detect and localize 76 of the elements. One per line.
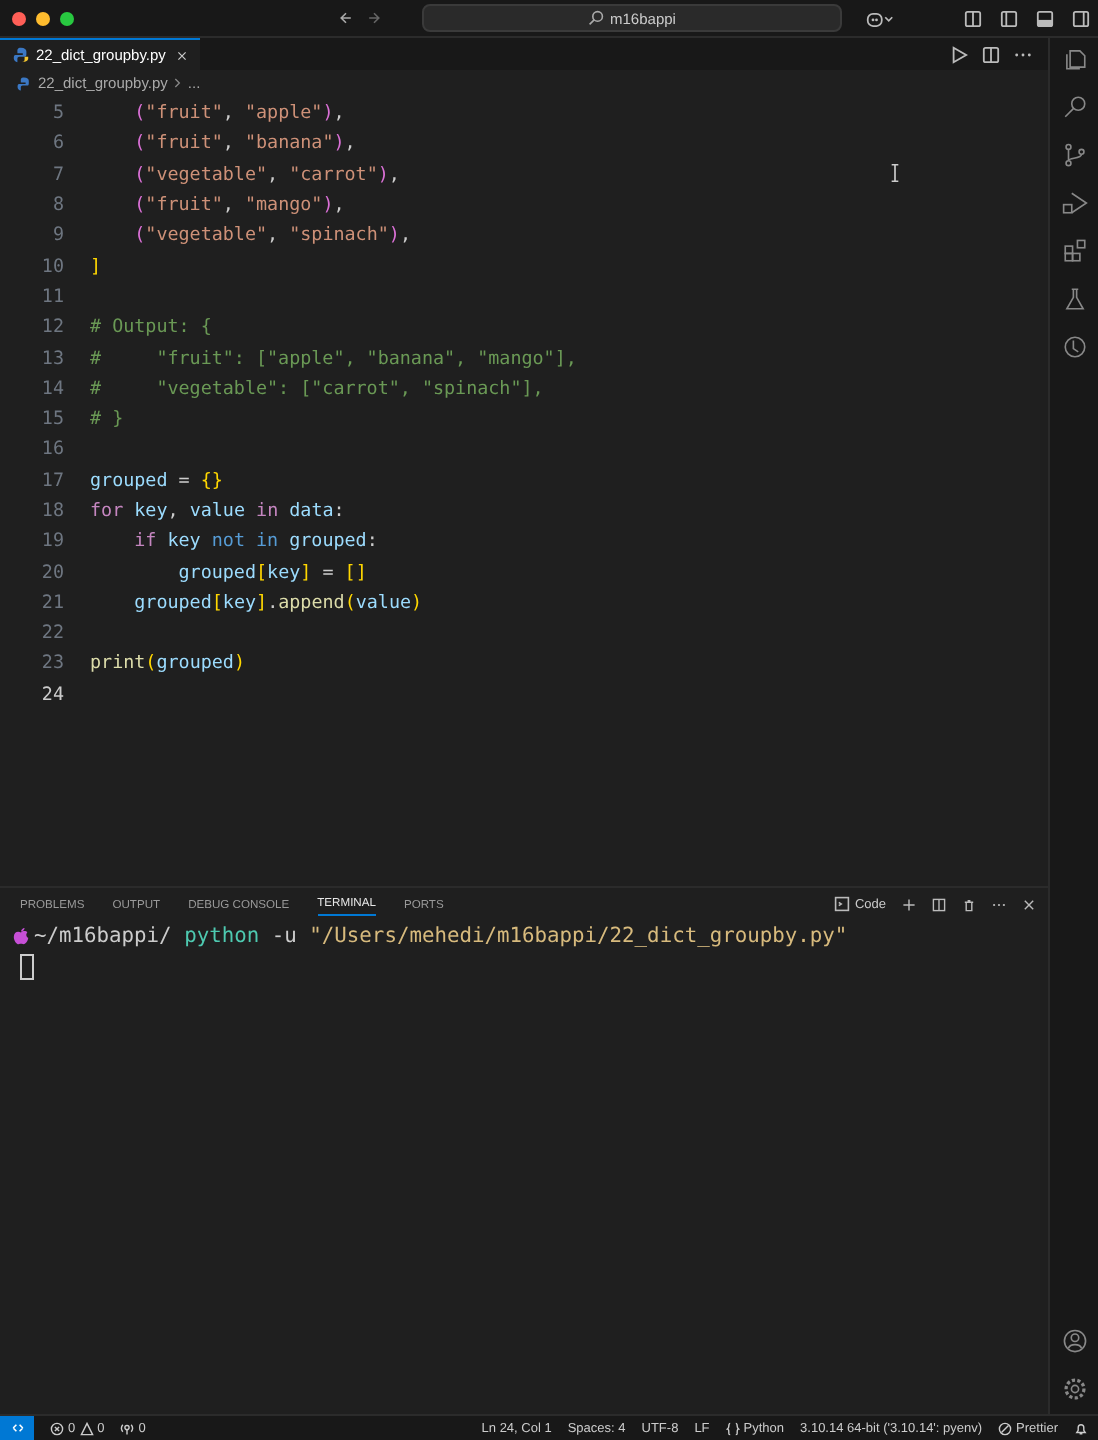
run-icon[interactable] xyxy=(950,45,968,63)
code-line: ] xyxy=(90,255,102,278)
line-number: 10 xyxy=(39,255,64,278)
code-line: ("vegetable", "spinach"), xyxy=(132,224,411,247)
code-line: grouped[key] = [] xyxy=(176,561,367,584)
line-number: 7 xyxy=(50,163,64,186)
python-file-icon xyxy=(16,75,32,91)
code-line: ("fruit", "banana"), xyxy=(132,132,356,155)
line-number: 16 xyxy=(39,438,64,461)
line-number: 5 xyxy=(50,102,64,125)
line-number: 24 xyxy=(39,683,64,706)
code-line: grouped[key].append(value) xyxy=(132,591,423,614)
line-number: 21 xyxy=(39,591,64,614)
explorer-icon[interactable] xyxy=(1061,46,1087,72)
line-number: 23 xyxy=(39,652,64,675)
line-number: 19 xyxy=(39,530,64,553)
source-control-icon[interactable] xyxy=(1061,142,1087,168)
search-icon xyxy=(588,10,605,26)
layout-icon[interactable] xyxy=(964,9,982,27)
line-number: 13 xyxy=(39,347,64,370)
line-number: 9 xyxy=(50,224,64,247)
minimize-button[interactable] xyxy=(36,11,50,25)
terminal-icon xyxy=(834,896,851,912)
code-line: grouped = {} xyxy=(90,469,223,492)
split-editor-icon[interactable] xyxy=(982,45,1000,63)
line-number: 8 xyxy=(50,194,64,217)
line-number: 15 xyxy=(39,408,64,431)
line-number: 12 xyxy=(39,316,64,339)
code-line: ("vegetable", "carrot"), xyxy=(132,163,400,186)
code-line: ("fruit", "mango"), xyxy=(132,194,345,217)
terminal-command: ~/m16bappi/ python -u "/Users/mehedi/m16bappi/22_dict_groupby.py" xyxy=(34,924,848,948)
secondary-sidebar-icon[interactable] xyxy=(1072,9,1090,27)
settings-icon[interactable] xyxy=(1061,1376,1087,1402)
line-number: 17 xyxy=(39,469,64,492)
code-line: # } xyxy=(90,408,124,431)
add-icon[interactable] xyxy=(902,897,916,911)
sidebar-toggle-icon[interactable] xyxy=(1000,9,1018,27)
close-icon[interactable] xyxy=(1022,897,1036,911)
back-icon[interactable] xyxy=(338,10,354,26)
run-debug-icon[interactable] xyxy=(1061,190,1087,216)
line-number: 6 xyxy=(50,132,64,155)
code-line: # "vegetable": ["carrot", "spinach"], xyxy=(90,377,544,400)
language-braces-icon xyxy=(725,1421,740,1435)
mouse-cursor-icon xyxy=(890,164,900,182)
terminal-cursor xyxy=(20,954,34,980)
clock-icon[interactable] xyxy=(1061,334,1087,360)
line-number: 20 xyxy=(39,561,64,584)
line-number: 18 xyxy=(39,500,64,522)
line-number: 14 xyxy=(39,377,64,400)
bell-icon[interactable] xyxy=(1074,1421,1088,1435)
prettier-icon xyxy=(998,1421,1013,1435)
forward-icon[interactable] xyxy=(366,10,382,26)
maximize-button[interactable] xyxy=(60,11,74,25)
close-button[interactable] xyxy=(12,11,26,25)
apple-icon xyxy=(12,926,30,946)
panel-toggle-icon[interactable] xyxy=(1036,9,1054,27)
chevron-icon xyxy=(173,76,182,90)
flask-icon[interactable] xyxy=(1061,286,1087,312)
line-number: 11 xyxy=(39,285,64,308)
close-icon[interactable] xyxy=(175,49,188,61)
split-terminal-icon[interactable] xyxy=(932,897,946,911)
account-icon[interactable] xyxy=(1061,1328,1087,1354)
code-line: # Output: { xyxy=(90,316,212,339)
code-line: print(grouped) xyxy=(90,652,245,675)
remote-icon xyxy=(9,1420,25,1436)
code-line: # "fruit": ["apple", "banana", "mango"], xyxy=(90,347,577,370)
code-line: for key, value in data: xyxy=(90,500,345,522)
trash-icon[interactable] xyxy=(962,897,976,911)
copilot-icon[interactable] xyxy=(866,9,894,27)
extensions-icon[interactable] xyxy=(1061,238,1087,264)
search-icon[interactable] xyxy=(1061,94,1087,120)
code-line: ("fruit", "apple"), xyxy=(132,102,345,125)
code-line: if key not in grouped: xyxy=(132,530,378,553)
remote-button[interactable] xyxy=(0,1416,34,1440)
line-number: 22 xyxy=(39,622,64,645)
python-file-icon xyxy=(12,46,30,64)
